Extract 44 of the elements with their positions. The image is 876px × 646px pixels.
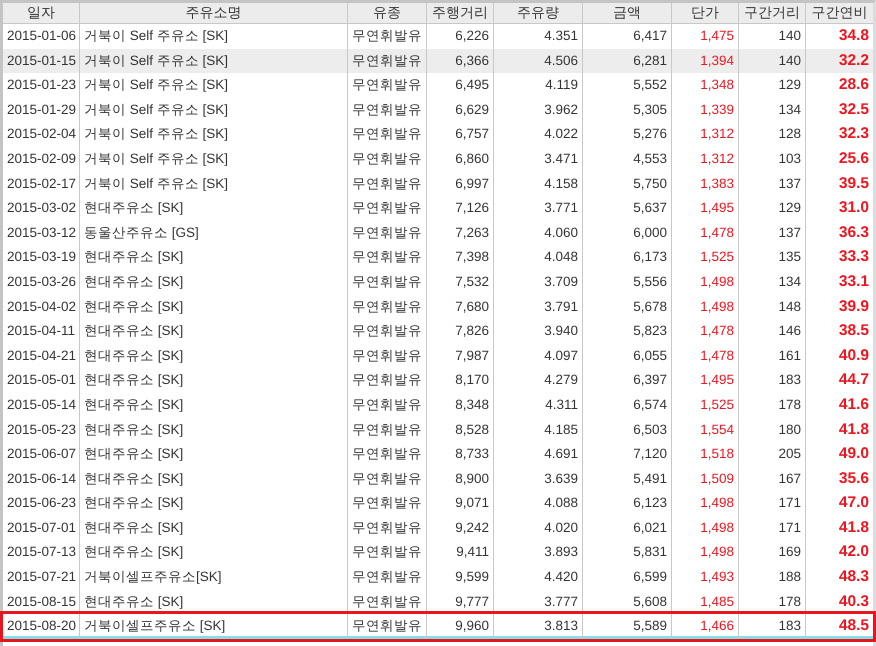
mileage-cell-text: 28.6: [838, 75, 870, 96]
column-header[interactable]: 구간연비: [806, 3, 873, 23]
fuel-type-cell: 무연휘발유: [348, 614, 427, 639]
column-header[interactable]: 주유량: [494, 3, 583, 23]
date-cell: 2015-08-20: [3, 614, 80, 639]
mileage-cell-text: 41.8: [838, 518, 870, 538]
unit-price-cell: 1,466: [672, 614, 739, 639]
mileage-cell-text: 40.9: [838, 346, 870, 366]
column-header[interactable]: 금액: [583, 3, 672, 23]
mileage-cell-text: 41.6: [838, 394, 870, 415]
mileage-cell-text: 36.3: [838, 222, 870, 243]
mileage-cell-text: 31.0: [838, 198, 870, 218]
cost-cell: 5,589: [583, 614, 672, 639]
column-header[interactable]: 단가: [672, 3, 739, 23]
mileage-cell-text: 38.5: [838, 321, 870, 342]
highlighted-table-row[interactable]: 2015-08-20 거북이셀프주유소 [SK] 무연휘발유 9,960 3.813 5,589 1,466 183 48.5: [3, 614, 873, 639]
column-header[interactable]: 구간거리: [739, 3, 806, 23]
mileage-cell-text: 32.2: [838, 50, 870, 71]
fuel-amount-cell: 3.813: [494, 614, 583, 639]
column-header[interactable]: 주유소명: [80, 3, 348, 23]
mileage-cell-text: 35.6: [838, 468, 870, 489]
mileage-cell-text: 32.5: [838, 100, 870, 120]
odometer-cell: 9,960: [427, 614, 494, 639]
mileage-cell-text: 40.3: [838, 592, 870, 612]
mileage-cell-text: 48.5: [838, 616, 870, 636]
mileage-cell-text: 47.0: [838, 493, 870, 514]
mileage-cell-text: 41.8: [838, 420, 870, 440]
mileage-cell-text: 39.5: [838, 174, 870, 194]
station-cell: 거북이셀프주유소 [SK]: [80, 614, 348, 639]
column-header[interactable]: 일자: [3, 3, 80, 23]
mileage-cell-text: 42.0: [838, 542, 870, 562]
mileage-cell-text: 32.3: [838, 124, 870, 144]
mileage-cell-text: 33.1: [838, 272, 870, 292]
mileage-cell-text: 25.6: [838, 148, 870, 169]
mileage-cell-text: 39.9: [838, 296, 870, 317]
column-header[interactable]: 주행거리: [427, 3, 494, 23]
mileage-cell-text: 48.3: [838, 567, 870, 588]
table-row[interactable]: 2015-01-15 거북이 Self 주유소 [SK] 무연휘발유 6,366 4.506 6,281 1,394 140 32.2: [3, 48, 873, 74]
column-header[interactable]: 유종: [348, 3, 427, 23]
mileage-cell-text: 49.0: [838, 444, 870, 464]
mileage-cell-text: 44.7: [838, 370, 870, 390]
mileage-cell-text: 33.3: [838, 247, 870, 268]
distance-cell: 183: [739, 614, 806, 639]
mileage-cell-text: 34.8: [838, 26, 870, 46]
